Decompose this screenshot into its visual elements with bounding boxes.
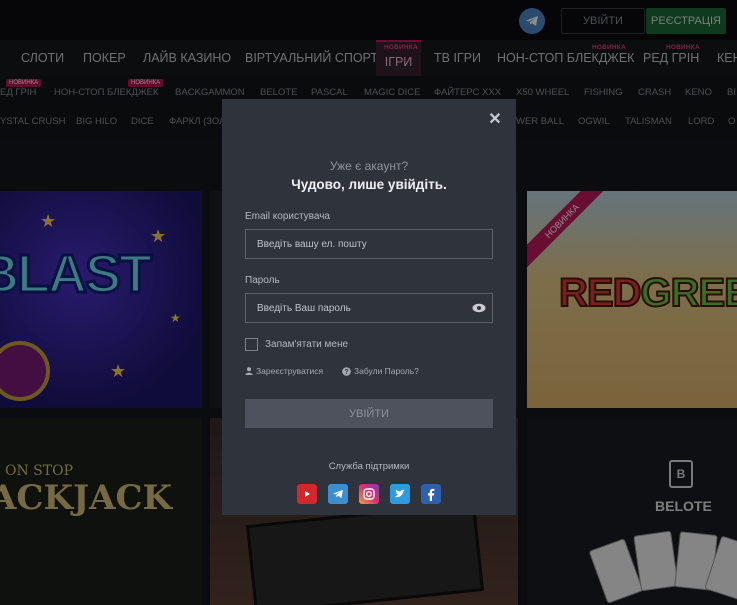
instagram-icon[interactable]	[359, 484, 379, 504]
forgot-password-label: Забули Пароль?	[354, 366, 419, 376]
svg-text:?: ?	[344, 369, 348, 376]
login-modal: ✕ Уже є акаунт? Чудово, лише увійдіть. E…	[222, 99, 516, 515]
password-field[interactable]	[245, 293, 493, 323]
twitter-icon[interactable]	[390, 484, 410, 504]
support-label: Служба підтримки	[328, 461, 410, 472]
close-icon[interactable]: ✕	[488, 112, 502, 128]
remember-label[interactable]: Запам'ятати мене	[265, 339, 348, 350]
user-icon	[245, 367, 253, 375]
facebook-icon[interactable]	[421, 484, 441, 504]
register-link-label: Зареєструватися	[256, 366, 324, 376]
telegram-icon[interactable]	[328, 484, 348, 504]
password-label: Пароль	[245, 275, 280, 286]
forgot-password-link[interactable]: ? Забули Пароль?	[342, 366, 419, 376]
question-icon: ?	[342, 366, 351, 376]
modal-subtitle: Уже є акаунт?	[329, 159, 409, 173]
remember-checkbox[interactable]	[245, 338, 258, 351]
modal-title: Чудово, лише увійдіть.	[291, 177, 447, 192]
email-label: Email користувача	[245, 211, 330, 222]
email-field[interactable]	[245, 229, 493, 259]
register-link[interactable]: Зареєструватися	[245, 366, 323, 376]
eye-icon[interactable]	[472, 303, 486, 313]
login-submit-button[interactable]: УВІЙТИ	[245, 399, 493, 428]
youtube-icon[interactable]	[297, 484, 317, 504]
